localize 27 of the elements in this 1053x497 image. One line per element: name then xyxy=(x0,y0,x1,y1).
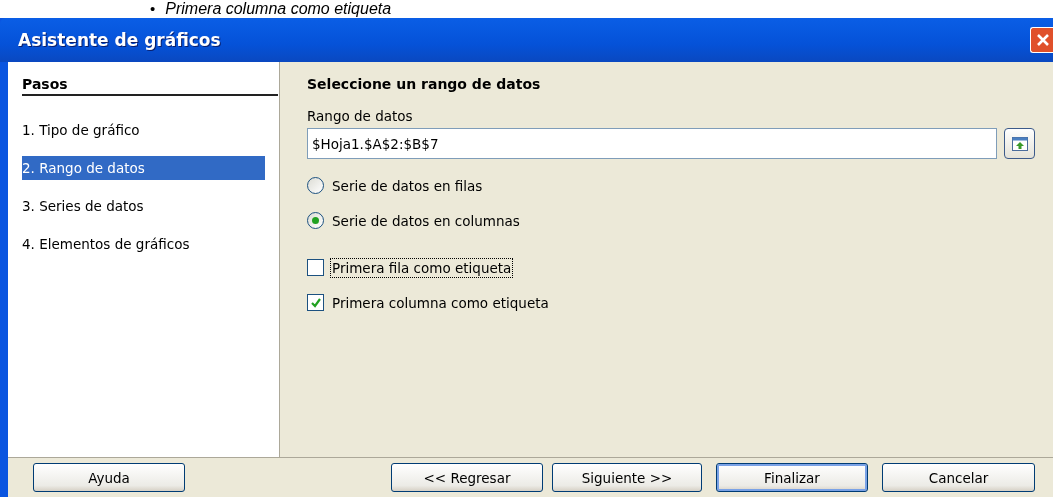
section-heading: Seleccione un rango de datos xyxy=(307,76,542,92)
checkbox-label[interactable]: Primera columna como etiqueta xyxy=(330,292,551,313)
dialog-button[interactable]: Finalizar xyxy=(716,463,868,492)
close-button[interactable] xyxy=(1030,27,1053,53)
select-range-button[interactable] xyxy=(1004,128,1035,159)
radio-button[interactable] xyxy=(307,177,324,194)
steps-heading: Pasos xyxy=(22,76,278,96)
close-icon xyxy=(1034,32,1051,48)
range-field[interactable]: $Hoja1.$A$2:$B$7 xyxy=(307,128,997,159)
dialog-button[interactable]: << Regresar xyxy=(391,463,543,492)
step-item[interactable]: 3. Series de datos xyxy=(22,194,265,218)
field-label: Rango de datos xyxy=(307,108,414,124)
caption-text: Primera columna como etiqueta xyxy=(165,0,392,18)
dialog-button[interactable]: Cancelar xyxy=(882,463,1035,492)
dialog-button[interactable]: Siguiente >> xyxy=(552,463,702,492)
radio-button[interactable] xyxy=(307,212,324,229)
dialog-button[interactable]: Ayuda xyxy=(33,463,185,492)
step-item[interactable]: 2. Rango de datos xyxy=(22,156,265,180)
checkbox[interactable] xyxy=(307,259,324,276)
checkbox[interactable] xyxy=(307,294,324,311)
window-title: Asistente de gráficos xyxy=(18,30,221,50)
step-item[interactable]: 1. Tipo de gráfico xyxy=(22,118,265,142)
checkbox-label[interactable]: Primera fila como etiqueta xyxy=(330,257,514,278)
step-item[interactable]: 4. Elementos de gráficos xyxy=(22,232,265,256)
radio-label[interactable]: Serie de datos en filas xyxy=(330,175,485,196)
bullet-text: • xyxy=(150,0,156,18)
radio-label[interactable]: Serie de datos en columnas xyxy=(330,210,522,231)
